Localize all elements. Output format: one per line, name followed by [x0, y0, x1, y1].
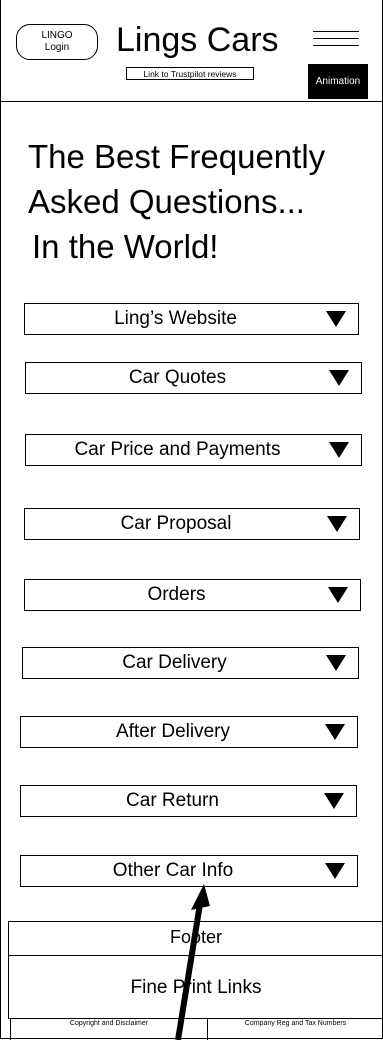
page-title: The Best Frequently Asked Questions... I… [28, 134, 325, 269]
faq-label: Car Return [126, 790, 219, 811]
triangle-down-icon [327, 516, 347, 532]
animation-box: Animation [308, 64, 368, 99]
faq-label: Other Car Info [112, 860, 234, 881]
faq-label: Orders [147, 584, 206, 605]
triangle-down-icon [326, 311, 346, 327]
company-reg-link[interactable]: Company Reg and Tax Numbers [208, 1019, 383, 1040]
triangle-down-icon [325, 724, 345, 740]
fine-print-links[interactable]: Fine Print Links [8, 955, 383, 1019]
triangle-down-icon [324, 793, 344, 809]
footer-label: Footer [169, 927, 223, 947]
triangle-down-icon [326, 655, 346, 671]
footer: Footer [8, 921, 383, 955]
faq-item-other-car-info[interactable]: Other Car Info [20, 855, 358, 887]
triangle-down-icon [328, 587, 348, 603]
faq-item-car-delivery[interactable]: Car Delivery [22, 647, 359, 679]
header: LINGO Login Lings Cars Link to Trustpilo… [0, 0, 383, 102]
brand-title: Lings Cars [116, 21, 279, 59]
faq-item-lings-website[interactable]: Ling’s Website [24, 303, 359, 335]
faq-item-orders[interactable]: Orders [24, 579, 361, 611]
title-line-1: The Best Frequently [28, 138, 326, 175]
faq-item-car-proposal[interactable]: Car Proposal [24, 508, 360, 540]
lingo-login-button[interactable]: LINGO Login [16, 24, 98, 60]
hamburger-icon[interactable] [313, 31, 359, 55]
login-line-1: LINGO [41, 30, 73, 41]
faq-item-car-price-payments[interactable]: Car Price and Payments [25, 434, 362, 466]
faq-item-car-return[interactable]: Car Return [20, 785, 357, 817]
copyright-disclaimer-link[interactable]: Copyright and Disclaimer [10, 1019, 208, 1040]
faq-item-car-quotes[interactable]: Car Quotes [25, 362, 362, 394]
faq-label: Car Delivery [122, 652, 227, 673]
title-line-2: Asked Questions... [28, 183, 305, 220]
triangle-down-icon [325, 863, 345, 879]
faq-label: Ling’s Website [114, 308, 237, 329]
triangle-down-icon [329, 370, 349, 386]
triangle-down-icon [329, 442, 349, 458]
login-line-2: Login [44, 42, 70, 53]
faq-label: Car Proposal [120, 513, 232, 534]
faq-label: Car Quotes [128, 367, 227, 388]
title-line-3: In the World! [32, 228, 219, 265]
faq-item-after-delivery[interactable]: After Delivery [20, 716, 358, 748]
faq-label: Car Price and Payments [74, 439, 281, 460]
faq-label: After Delivery [115, 721, 231, 742]
fine-print-label: Fine Print Links [130, 977, 262, 998]
trustpilot-link[interactable]: Link to Trustpilot reviews [126, 67, 254, 80]
